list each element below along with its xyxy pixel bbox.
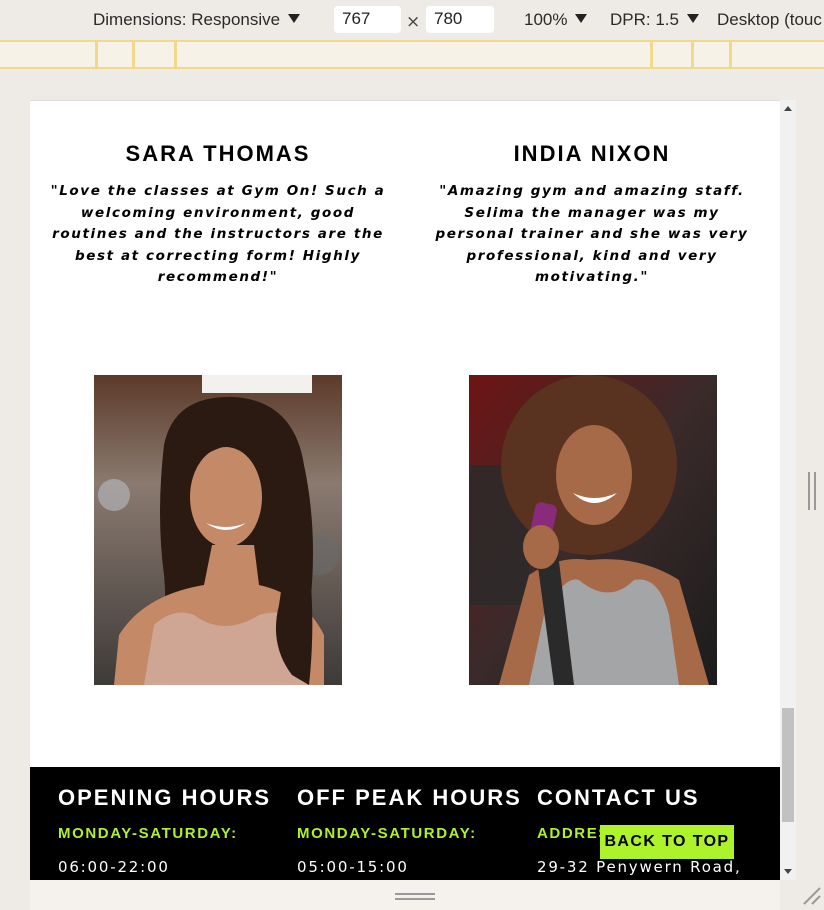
address-line: 29-32 Penywern Road,: [537, 858, 742, 876]
review-card: SARA THOMAS "Love the classes at Gym On!…: [48, 141, 388, 289]
reviewer-name: INDIA NIXON: [513, 141, 671, 166]
devtools-toolbar: Dimensions: Responsive 767 × 780 100% DP…: [0, 0, 824, 40]
chevron-down-icon: [575, 14, 588, 23]
off-peak-time: 05:00-15:00: [297, 858, 409, 876]
dimensions-dropdown[interactable]: Dimensions: Responsive: [93, 10, 301, 30]
review-quote: "Amazing gym and amazing staff. Selima t…: [435, 183, 749, 285]
off-peak-title: OFF PEAK HOURS: [297, 785, 522, 810]
review-quote: "Love the classes at Gym On! Such a welc…: [50, 183, 386, 285]
off-peak-section: OFF PEAK HOURS MONDAY-SATURDAY: 05:00-15…: [297, 785, 522, 876]
width-input[interactable]: 767: [334, 6, 401, 33]
scroll-up-arrow-icon[interactable]: [784, 106, 792, 111]
dpr-label: DPR: 1.5: [610, 10, 679, 29]
scroll-down-arrow-icon[interactable]: [784, 869, 792, 874]
opening-hours-title: OPENING HOURS: [58, 785, 272, 810]
vertical-scrollbar[interactable]: [780, 100, 796, 880]
zoom-dropdown[interactable]: 100%: [524, 10, 588, 30]
ruler-tick: [729, 42, 732, 67]
zoom-label: 100%: [524, 10, 568, 29]
media-query-ruler[interactable]: [0, 40, 824, 69]
contact-title: CONTACT US: [537, 785, 700, 810]
dimensions-label: Dimensions: Responsive: [93, 10, 281, 29]
reviewer-name: SARA THOMAS: [125, 141, 311, 166]
device-dropdown[interactable]: Desktop (touc: [717, 10, 822, 30]
ruler-tick: [132, 42, 135, 67]
scrollbar-thumb[interactable]: [782, 708, 794, 822]
ruler-tick: [174, 42, 177, 67]
device-label: Desktop (touc: [717, 10, 822, 29]
ruler-tick: [691, 42, 694, 67]
opening-time: 06:00-22:00: [58, 858, 170, 876]
dpr-dropdown[interactable]: DPR: 1.5: [610, 10, 699, 30]
opening-days: MONDAY-SATURDAY:: [58, 825, 238, 842]
page-viewport: SARA THOMAS "Love the classes at Gym On!…: [30, 100, 780, 880]
site-footer: OPENING HOURS MONDAY-SATURDAY: 06:00-22:…: [30, 767, 780, 880]
reviewer-photo-india: [469, 375, 717, 685]
back-to-top-button[interactable]: BACK TO TOP: [600, 825, 734, 859]
resize-handle-bottom[interactable]: [395, 893, 435, 901]
ruler-tick: [650, 42, 653, 67]
reviewer-photo-sara: [94, 375, 342, 685]
opening-hours-section: OPENING HOURS MONDAY-SATURDAY: 06:00-22:…: [58, 785, 271, 876]
resize-corner-icon[interactable]: [800, 884, 822, 906]
times-separator: ×: [406, 12, 421, 32]
height-input[interactable]: 780: [426, 6, 494, 33]
resize-handle-right[interactable]: [808, 472, 818, 510]
chevron-down-icon: [288, 14, 301, 23]
ruler-tick: [95, 42, 98, 67]
off-peak-days: MONDAY-SATURDAY:: [297, 825, 477, 842]
chevron-down-icon: [686, 14, 699, 23]
review-card: INDIA NIXON "Amazing gym and amazing sta…: [422, 141, 762, 289]
